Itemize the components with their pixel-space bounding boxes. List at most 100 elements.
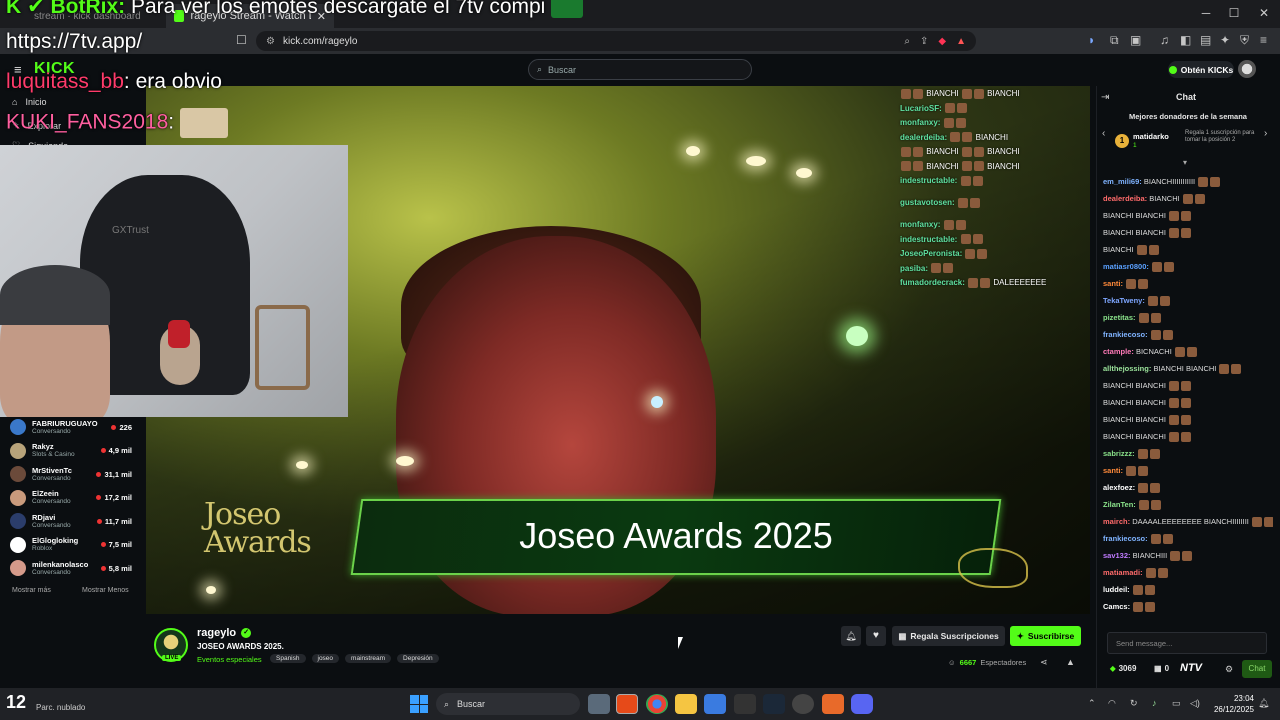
- chat-username[interactable]: ctample:: [1103, 347, 1134, 356]
- tray-chevron-icon[interactable]: ⌃: [1088, 698, 1096, 709]
- share-stream-icon[interactable]: ⋖: [1040, 657, 1048, 668]
- notification-icon[interactable]: 🔔︎: [1258, 698, 1269, 709]
- clock-date[interactable]: 26/12/2025: [1206, 705, 1254, 714]
- user-avatar[interactable]: [1238, 60, 1256, 78]
- stream-tag[interactable]: mainstream: [345, 654, 392, 663]
- sidebar-channel[interactable]: MrStivenTc Conversando 31,1 mil: [10, 463, 132, 485]
- streamer-name[interactable]: rageylo: [197, 627, 236, 639]
- headset-icon[interactable]: ◠: [1108, 698, 1116, 709]
- stream-tag[interactable]: Spanish: [270, 654, 306, 663]
- vpn-icon[interactable]: ⛨: [1240, 33, 1249, 48]
- chat-username[interactable]: mairch:: [1103, 517, 1130, 526]
- chat-username[interactable]: santi:: [1103, 279, 1123, 288]
- chat-message[interactable]: allthejossing: BIANCHI BIANCHI: [1103, 363, 1273, 375]
- get-kicks-button[interactable]: Obtén KICKs: [1168, 61, 1234, 78]
- close-window-icon[interactable]: ✕: [1250, 6, 1278, 20]
- chat-message[interactable]: BIANCHI BIANCHI: [1103, 210, 1273, 222]
- site-settings-icon[interactable]: ⚙: [266, 36, 275, 47]
- zoom-icon[interactable]: ⌕: [904, 36, 910, 47]
- chat-message[interactable]: santi:: [1103, 465, 1273, 477]
- brave-browser-icon[interactable]: [616, 694, 638, 714]
- chat-message[interactable]: ZilanTen:: [1103, 499, 1273, 511]
- chat-message[interactable]: BIANCHI BIANCHI: [1103, 397, 1273, 409]
- kicks-balance[interactable]: ▦ 0: [1154, 664, 1169, 673]
- sidebar-channel[interactable]: FABRIURUGUAYO Conversando 226: [10, 416, 132, 438]
- chat-message[interactable]: pizetitas:: [1103, 312, 1273, 324]
- task-view-icon[interactable]: [588, 694, 610, 714]
- chat-message[interactable]: em_mili69: BIANCHIIIIIIIIIII: [1103, 176, 1273, 188]
- app-icon[interactable]: [822, 694, 844, 714]
- brave-rewards-icon[interactable]: ▲: [956, 36, 966, 47]
- taskbar-search[interactable]: ⌕ Buscar: [436, 693, 580, 715]
- sidebar-channel[interactable]: ElZeein Conversando 17,2 mil: [10, 487, 132, 509]
- gift-subs-button[interactable]: ▦ Regala Suscripciones: [892, 626, 1005, 646]
- chat-username[interactable]: matiamadi:: [1103, 568, 1143, 577]
- stream-tag[interactable]: joseo: [311, 654, 340, 663]
- clock-time[interactable]: 23:04: [1216, 694, 1254, 703]
- chat-message[interactable]: dealerdeiba: BIANCHI: [1103, 193, 1273, 205]
- next-arrow-icon[interactable]: ›: [1264, 128, 1267, 139]
- chat-message[interactable]: matiamadi:: [1103, 567, 1273, 579]
- chat-username[interactable]: Camcs:: [1103, 602, 1130, 611]
- chat-username[interactable]: TekaTweny:: [1103, 296, 1145, 305]
- chat-message[interactable]: Camcs:: [1103, 601, 1273, 613]
- store-icon[interactable]: [704, 694, 726, 714]
- chat-message[interactable]: frankiecoso:: [1103, 533, 1273, 545]
- reader-icon[interactable]: ▣: [1130, 33, 1141, 47]
- leo-icon[interactable]: ✦: [1220, 33, 1230, 47]
- chat-message[interactable]: BIANCHI: [1103, 244, 1273, 256]
- stream-category[interactable]: Eventos especiales: [197, 655, 262, 664]
- menu-icon[interactable]: ≡: [1260, 33, 1267, 47]
- notification-bell-icon[interactable]: 🔔︎: [841, 626, 861, 646]
- share-icon[interactable]: ⇪: [920, 36, 928, 47]
- chat-message[interactable]: BIANCHI BIANCHI: [1103, 431, 1273, 443]
- chat-message[interactable]: sabrizzz:: [1103, 448, 1273, 460]
- file-explorer-icon[interactable]: [675, 694, 697, 714]
- chat-username[interactable]: matiasr0800:: [1103, 262, 1149, 271]
- ntv-logo[interactable]: NTV: [1180, 662, 1202, 674]
- chat-message[interactable]: santi:: [1103, 278, 1273, 290]
- sidebar-channel[interactable]: RDjavi Conversando 11,7 mil: [10, 510, 132, 532]
- obs-icon[interactable]: [792, 694, 814, 714]
- wallet-icon[interactable]: ▤: [1200, 33, 1211, 47]
- bookmark-icon[interactable]: ☐: [236, 33, 247, 47]
- show-less-link[interactable]: Mostrar Menos: [82, 587, 129, 594]
- follow-heart-icon[interactable]: ♥: [866, 626, 886, 646]
- chat-message[interactable]: mairch: DAAAALEEEEEEEE BIANCHIIIIIIII: [1103, 516, 1273, 528]
- show-more-link[interactable]: Mostrar más: [12, 587, 51, 594]
- chat-username[interactable]: ZilanTen:: [1103, 500, 1136, 509]
- stream-tag[interactable]: Depresión: [397, 654, 439, 663]
- chat-message[interactable]: frankiecoso:: [1103, 329, 1273, 341]
- chat-username[interactable]: dealerdeiba:: [1103, 194, 1147, 203]
- chat-username[interactable]: sav132:: [1103, 551, 1131, 560]
- chat-message[interactable]: BIANCHI BIANCHI: [1103, 380, 1273, 392]
- chat-message[interactable]: TekaTweny:: [1103, 295, 1273, 307]
- discord-icon[interactable]: [851, 694, 873, 714]
- mic-icon[interactable]: ♪: [1152, 698, 1157, 708]
- translate-icon[interactable]: ◗: [1088, 33, 1095, 47]
- maximize-icon[interactable]: ☐: [1220, 6, 1248, 20]
- search-input[interactable]: ⌕ Buscar: [528, 59, 752, 80]
- chat-message[interactable]: BIANCHI BIANCHI: [1103, 227, 1273, 239]
- sidebar-channel[interactable]: Rakyz Slots & Casino 4,9 mil: [10, 440, 132, 462]
- chat-username[interactable]: frankiecoso:: [1103, 330, 1148, 339]
- sidebar-channel[interactable]: milenkanolasco Conversando 5,8 mil: [10, 557, 132, 579]
- nav-inicio[interactable]: ⌂ Inicio: [12, 97, 46, 107]
- chat-username[interactable]: sabrizzz:: [1103, 449, 1135, 458]
- chat-username[interactable]: frankiecoso:: [1103, 534, 1148, 543]
- steam-icon[interactable]: [763, 694, 785, 714]
- extensions-icon[interactable]: ⧉: [1110, 33, 1119, 48]
- collapse-chat-icon[interactable]: ⇥: [1101, 92, 1109, 103]
- chat-message[interactable]: alexfoez:: [1103, 482, 1273, 494]
- chat-input[interactable]: Send message...: [1107, 632, 1267, 654]
- chat-message[interactable]: ctample: BICNACHI: [1103, 346, 1273, 358]
- chat-message[interactable]: BIANCHI BIANCHI: [1103, 414, 1273, 426]
- brave-shield-icon[interactable]: ◆: [938, 36, 946, 47]
- chat-message[interactable]: matiasr0800:: [1103, 261, 1273, 273]
- music-icon[interactable]: ♫: [1160, 33, 1169, 47]
- network-icon[interactable]: ▭: [1172, 698, 1181, 709]
- chat-message[interactable]: sav132: BIANCHIII: [1103, 550, 1273, 562]
- sidebar-channel[interactable]: ElGlogloking Roblox 7,5 mil: [10, 534, 132, 556]
- send-chat-button[interactable]: Chat: [1242, 660, 1272, 678]
- chat-settings-icon[interactable]: ⚙: [1225, 664, 1233, 675]
